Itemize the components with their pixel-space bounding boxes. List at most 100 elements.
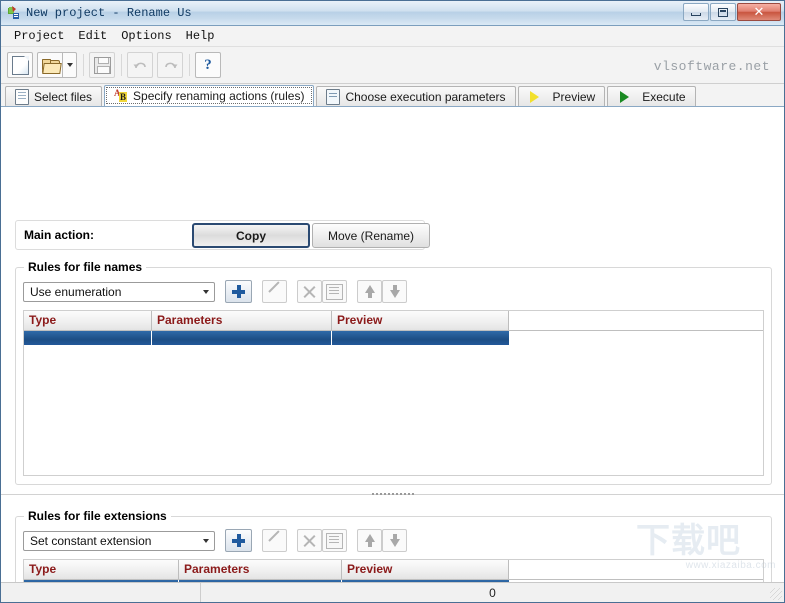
file-names-rule-toolbar: Use enumeration	[23, 280, 407, 303]
close-button[interactable]: ✕	[737, 3, 781, 21]
file-names-rule-type-select[interactable]: Use enumeration	[23, 281, 215, 302]
pencil-icon	[267, 284, 283, 300]
main-action-move-button[interactable]: Move (Rename)	[312, 223, 430, 248]
column-header-preview[interactable]: Preview	[342, 560, 509, 579]
new-project-button[interactable]	[7, 52, 33, 78]
minimize-icon	[691, 12, 701, 16]
arrow-down-icon	[389, 285, 400, 298]
file-extensions-add-rule-button[interactable]	[225, 529, 252, 552]
clear-list-icon	[326, 532, 343, 549]
tab-specify-renaming-actions[interactable]: AB Specify renaming actions (rules)	[104, 85, 315, 106]
menu-item-project[interactable]: Project	[7, 27, 71, 45]
file-extensions-rule-toolbar: Set constant extension	[23, 529, 407, 552]
undo-button[interactable]	[127, 52, 153, 78]
column-header-parameters[interactable]: Parameters	[179, 560, 342, 579]
save-project-button[interactable]	[89, 52, 115, 78]
plus-icon	[232, 285, 245, 298]
application-window: New project - Rename Us ✕ Project Edit O…	[0, 0, 785, 603]
undo-arrow-icon	[133, 62, 146, 68]
menu-bar: Project Edit Options Help	[1, 26, 784, 47]
window-title: New project - Rename Us	[26, 6, 192, 20]
help-button[interactable]: ?	[195, 52, 221, 78]
new-document-icon	[11, 55, 29, 75]
file-extensions-clear-rules-button[interactable]	[322, 529, 347, 552]
file-extensions-legend: Rules for file extensions	[24, 509, 171, 523]
file-names-edit-rule-button[interactable]	[262, 280, 287, 303]
file-extensions-delete-rule-button[interactable]	[297, 529, 322, 552]
open-folder-icon	[41, 58, 62, 74]
column-header-type[interactable]: Type	[24, 311, 152, 330]
file-names-move-down-button[interactable]	[382, 280, 407, 303]
clear-list-icon	[326, 283, 343, 300]
file-names-table-header: Type Parameters Preview	[24, 311, 763, 331]
redo-button[interactable]	[157, 52, 183, 78]
tab-label: Execute	[642, 89, 686, 104]
save-disk-icon	[93, 56, 111, 74]
panel-splitter[interactable]	[15, 491, 772, 496]
ab-rename-icon: AB	[114, 88, 128, 102]
table-row[interactable]	[24, 331, 763, 345]
file-extensions-move-up-button[interactable]	[357, 529, 382, 552]
chevron-down-icon	[203, 289, 209, 294]
splitter-grip-icon	[371, 492, 416, 495]
close-icon: ✕	[753, 4, 765, 20]
file-names-delete-rule-button[interactable]	[297, 280, 322, 303]
x-delete-icon	[302, 533, 317, 548]
tab-strip: Select files AB Specify renaming actions…	[1, 84, 784, 107]
column-header-type[interactable]: Type	[24, 560, 179, 579]
tab-label: Select files	[34, 89, 93, 104]
main-action-copy-button[interactable]: Copy	[192, 223, 310, 248]
status-bar: 0	[1, 582, 784, 602]
column-header-preview[interactable]: Preview	[332, 311, 509, 330]
menu-item-options[interactable]: Options	[114, 27, 178, 45]
file-names-clear-rules-button[interactable]	[322, 280, 347, 303]
arrow-down-icon	[389, 534, 400, 547]
yellow-play-icon	[528, 90, 542, 104]
open-project-button[interactable]	[37, 52, 63, 78]
window-controls: ✕	[682, 3, 781, 21]
row-cell-preview	[332, 331, 509, 345]
tab-choose-execution-parameters[interactable]: Choose execution parameters	[316, 86, 516, 106]
main-action-toggle-group: Copy Move (Rename)	[192, 223, 430, 248]
file-names-rules-table[interactable]: Type Parameters Preview	[23, 310, 764, 476]
chevron-down-icon	[66, 63, 73, 67]
toolbar-separator-1	[83, 54, 84, 76]
main-action-bar: Main action: Copy Move (Rename)	[15, 220, 430, 250]
row-cell-parameters	[152, 331, 332, 345]
main-action-label: Main action:	[24, 228, 95, 242]
question-mark-icon: ?	[204, 56, 212, 73]
maximize-button[interactable]	[710, 3, 736, 21]
tab-content-panel: Main action: Copy Move (Rename) Rules fo…	[1, 107, 784, 582]
column-header-parameters[interactable]: Parameters	[152, 311, 332, 330]
arrow-up-icon	[364, 534, 375, 547]
file-extensions-move-down-button[interactable]	[382, 529, 407, 552]
status-count-panel: 0	[489, 585, 496, 600]
file-extensions-rules-table[interactable]: Type Parameters Preview	[23, 559, 764, 582]
resize-grip-icon[interactable]	[770, 588, 782, 600]
plus-icon	[232, 534, 245, 547]
file-extensions-rule-type-value: Set constant extension	[30, 533, 152, 548]
title-bar: New project - Rename Us ✕	[1, 1, 784, 26]
tab-label: Specify renaming actions (rules)	[133, 89, 305, 103]
arrow-up-icon	[364, 285, 375, 298]
menu-item-edit[interactable]: Edit	[71, 27, 114, 45]
file-names-add-rule-button[interactable]	[225, 280, 252, 303]
file-extensions-edit-rule-button[interactable]	[262, 529, 287, 552]
file-extensions-table-header: Type Parameters Preview	[24, 560, 763, 580]
tab-execute[interactable]: Execute	[607, 86, 696, 106]
menu-item-help[interactable]: Help	[179, 27, 222, 45]
tab-select-files[interactable]: Select files	[5, 86, 103, 106]
minimize-button[interactable]	[683, 3, 709, 21]
file-names-rule-type-value: Use enumeration	[30, 284, 122, 299]
toolbar: ? vlsoftware.net	[1, 47, 784, 84]
row-cell-type	[24, 331, 152, 345]
tab-preview[interactable]: Preview	[517, 86, 606, 106]
tab-label: Choose execution parameters	[345, 89, 506, 104]
file-names-legend: Rules for file names	[24, 260, 147, 274]
file-extensions-rule-type-select[interactable]: Set constant extension	[23, 530, 215, 551]
open-project-dropdown[interactable]	[63, 52, 77, 78]
app-icon	[6, 5, 22, 21]
file-names-move-up-button[interactable]	[357, 280, 382, 303]
maximize-icon	[718, 7, 728, 17]
pencil-icon	[267, 533, 283, 549]
